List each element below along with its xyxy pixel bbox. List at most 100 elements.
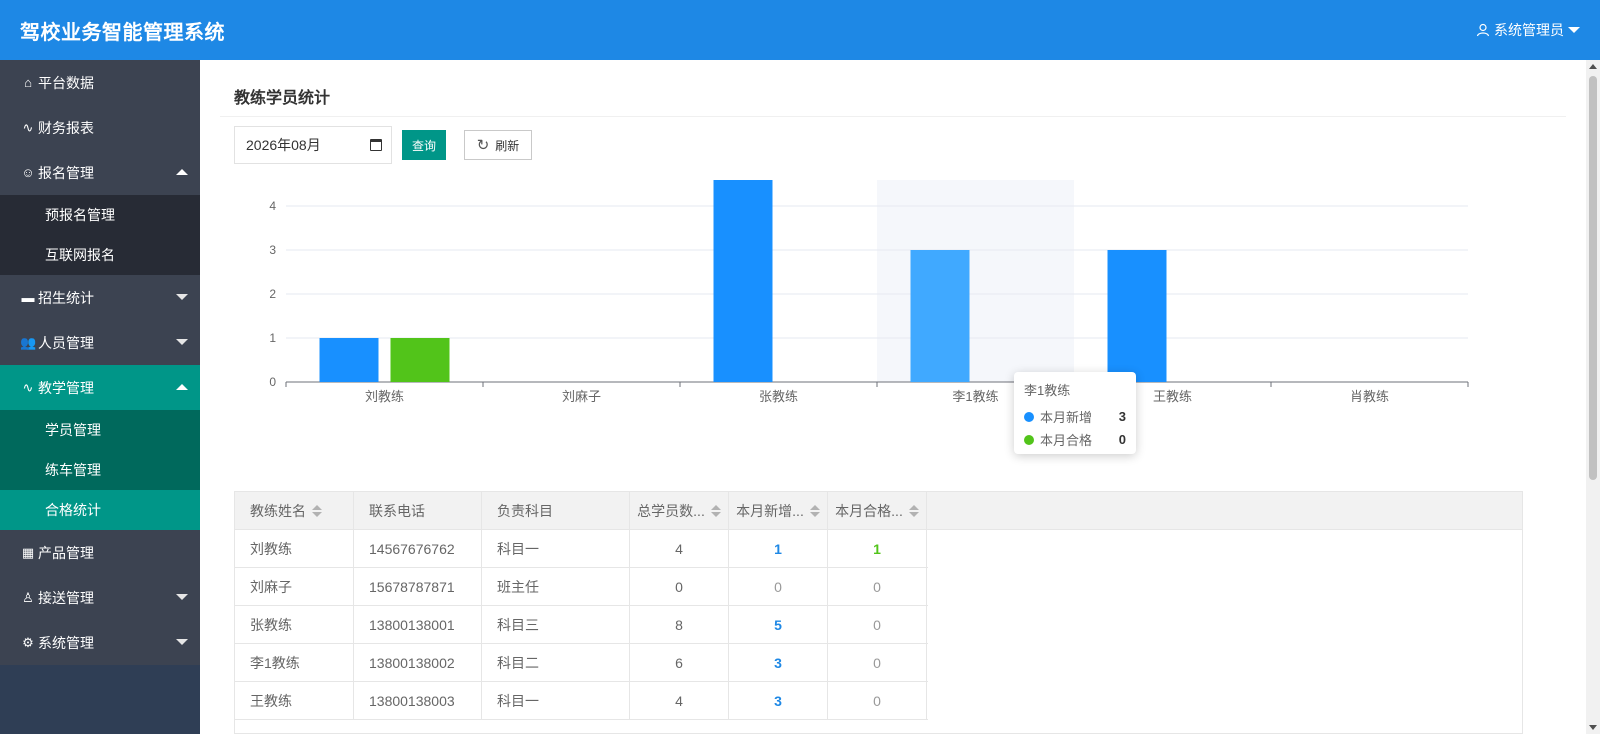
tooltip-title: 李1教练	[1024, 383, 1071, 398]
column-header[interactable]: 负责科目	[482, 492, 630, 529]
chevron-down-icon	[176, 339, 188, 345]
table-row: 李1教练 13800138002 科目二 6 3 0	[235, 644, 928, 682]
month-picker[interactable]: 2026年08月	[234, 126, 392, 164]
query-button[interactable]: 查询	[402, 130, 446, 160]
page-scrollbar[interactable]	[1586, 60, 1600, 734]
table-cell: 0	[630, 568, 729, 605]
sidebar-item-enrollment-stats[interactable]: ▬ 招生统计	[0, 275, 200, 320]
table-cell: 张教练	[235, 606, 354, 643]
sidebar-item-products[interactable]: ▦ 产品管理	[0, 530, 200, 575]
sidebar-item-personnel[interactable]: 👥 人员管理	[0, 320, 200, 365]
series-dot	[1024, 434, 1034, 445]
column-header-label: 教练姓名	[250, 502, 306, 519]
sidebar-child-pre-registration[interactable]: 预报名管理	[0, 195, 200, 235]
gear-icon: ⚙	[22, 634, 34, 650]
submenu-teaching: 学员管理 练车管理 合格统计	[0, 410, 200, 530]
sidebar-item-label: 招生统计	[38, 289, 94, 306]
table-row: 张教练 13800138001 科目三 8 5 0	[235, 606, 928, 644]
user-menu[interactable]: 系统管理员	[1476, 20, 1580, 40]
table-cell: 15678787871	[354, 568, 482, 605]
tooltip-series-name: 本月合格	[1040, 433, 1093, 448]
bar-new	[319, 338, 379, 382]
divider	[220, 116, 1566, 117]
user-name: 系统管理员	[1494, 22, 1564, 38]
table-header: 教练姓名 联系电话 负责科目 总学员数... 本月新增... 本月合格...	[235, 492, 1522, 530]
table-cell: 8	[630, 606, 729, 643]
table-cell: 1	[729, 530, 828, 567]
sidebar-child-online-registration[interactable]: 互联网报名	[0, 235, 200, 275]
column-header[interactable]: 总学员数...	[630, 492, 729, 529]
sidebar-item-label: 产品管理	[38, 544, 94, 561]
column-header[interactable]: 联系电话	[354, 492, 482, 529]
scroll-thumb[interactable]	[1589, 76, 1597, 480]
users-icon: 👥	[20, 334, 37, 350]
sort-icon[interactable]	[908, 504, 919, 517]
table-cell: 0	[828, 606, 927, 643]
sidebar-item-registration[interactable]: ☺ 报名管理	[0, 150, 200, 195]
column-header[interactable]: 教练姓名	[235, 492, 354, 529]
sidebar-child-student-management[interactable]: 学员管理	[0, 410, 200, 450]
sidebar-child-pass-stats[interactable]: 合格统计	[0, 490, 200, 530]
scroll-up-icon[interactable]	[1589, 64, 1597, 69]
y-tick-label: 1	[269, 331, 276, 345]
app-title: 驾校业务智能管理系统	[20, 22, 225, 44]
page-title: 教练学员统计	[234, 90, 331, 107]
x-tick-label: 张教练	[759, 389, 798, 404]
y-tick-label: 0	[269, 375, 276, 389]
bar-new	[1107, 250, 1167, 382]
top-header: 驾校业务智能管理系统 系统管理员	[0, 0, 1600, 60]
x-tick-label: 肖教练	[1350, 389, 1389, 404]
calendar-icon[interactable]	[370, 139, 382, 151]
table-cell: 李1教练	[235, 644, 354, 681]
sidebar-child-practice-management[interactable]: 练车管理	[0, 450, 200, 490]
column-header-label: 总学员数...	[637, 502, 705, 519]
chart-tooltip: 李1教练 本月新增 3 本月合格 0	[1014, 372, 1136, 454]
series-dot	[1024, 411, 1034, 422]
column-header-label: 联系电话	[369, 502, 425, 519]
sidebar-item-label: 平台数据	[38, 74, 94, 91]
table-row: 刘麻子 15678787871 班主任 0 0 0	[235, 568, 928, 606]
tooltip-row: 本月新增 3	[1024, 405, 1126, 428]
user-icon	[1476, 23, 1490, 37]
month-value: 2026年08月	[246, 137, 321, 153]
column-header[interactable]: 本月新增...	[729, 492, 828, 529]
table-cell: 6	[630, 644, 729, 681]
sidebar-item-system[interactable]: ⚙ 系统管理	[0, 620, 200, 665]
table-cell: 0	[729, 568, 828, 605]
sort-icon[interactable]	[312, 504, 322, 517]
table-cell: 0	[828, 644, 927, 681]
table-cell: 科目二	[482, 644, 630, 681]
sidebar-item-label: 人员管理	[38, 334, 94, 351]
sidebar-item-label: 教学管理	[38, 379, 94, 396]
sidebar-item-teaching[interactable]: ∿ 教学管理	[0, 365, 200, 410]
table-row: 王教练 13800138003 科目一 4 3 0	[235, 682, 928, 720]
chevron-down-icon	[176, 594, 188, 600]
sidebar: ⌂ 平台数据 ∿ 财务报表 ☺ 报名管理 预报名管理 互联网报名 ▬ 招生统计 …	[0, 60, 200, 734]
sidebar-item-platform-data[interactable]: ⌂ 平台数据	[0, 60, 200, 105]
refresh-button[interactable]: ↻ 刷新	[464, 130, 532, 160]
sidebar-item-shuttle[interactable]: ♙ 接送管理	[0, 575, 200, 620]
pulse-icon: ∿	[22, 379, 34, 395]
table-cell: 3	[729, 682, 828, 719]
pulse-icon: ∿	[22, 119, 34, 135]
scroll-down-icon[interactable]	[1589, 725, 1597, 730]
chevron-down-icon	[176, 639, 188, 645]
hover-band	[877, 180, 1074, 382]
table-cell: 4	[630, 682, 729, 719]
refresh-icon: ↻	[476, 137, 490, 154]
bar-pass	[390, 338, 450, 382]
sidebar-item-label: 系统管理	[38, 634, 94, 651]
column-header[interactable]: 本月合格...	[828, 492, 927, 529]
column-header-label: 负责科目	[497, 502, 553, 519]
tooltip-series-value: 3	[1118, 409, 1126, 424]
person-icon: ♙	[22, 589, 34, 605]
sort-icon[interactable]	[809, 504, 820, 517]
table-cell: 3	[729, 644, 828, 681]
sidebar-item-finance[interactable]: ∿ 财务报表	[0, 105, 200, 150]
sort-icon[interactable]	[710, 504, 721, 517]
y-tick-label: 2	[269, 287, 276, 301]
tooltip-row: 本月合格 0	[1024, 428, 1126, 451]
home-icon: ⌂	[24, 75, 32, 90]
table-cell: 王教练	[235, 682, 354, 719]
x-tick-label: 李1教练	[952, 389, 998, 404]
